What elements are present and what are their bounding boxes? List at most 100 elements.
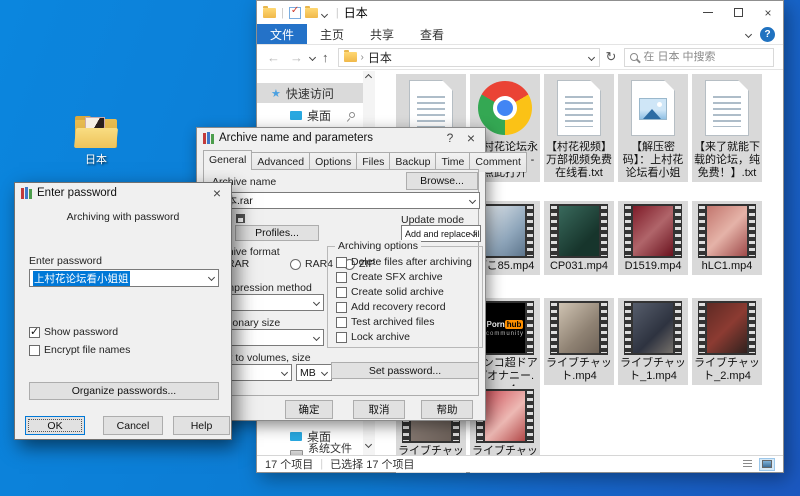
sidebar-item-quick-access[interactable]: ★ 快速访问 — [257, 83, 363, 103]
chevron-down-icon[interactable] — [313, 333, 320, 340]
checkbox-encrypt-names[interactable]: Encrypt file names — [29, 344, 130, 356]
checkbox-show-password[interactable]: Show password — [29, 326, 118, 338]
back-icon[interactable]: ← — [262, 50, 285, 65]
set-password-button[interactable]: Set password... — [331, 362, 479, 379]
file-name: 【村花视频】万部视频免费在线看.txt — [546, 141, 612, 180]
selected-password-text: 上村花论坛看小姐姐 — [33, 271, 130, 286]
file-item[interactable]: ライブチャット.mp4 — [544, 298, 614, 385]
file-name: ライブチャット_2.mp4 — [694, 357, 760, 383]
help-button[interactable]: Help — [173, 416, 230, 435]
checkbox-icon[interactable] — [336, 302, 347, 313]
properties-icon[interactable] — [289, 7, 301, 19]
file-item[interactable]: ライブチャット_1.mp4 — [618, 298, 688, 385]
selected-count: 已选择 17 个项目 — [330, 456, 414, 472]
video-thumbnail — [698, 301, 756, 355]
folder-icon — [344, 52, 357, 62]
new-folder-icon[interactable] — [305, 8, 318, 18]
video-thumbnail — [624, 301, 682, 355]
ribbon-expand-icon[interactable] — [745, 30, 752, 37]
items-count: 17 个项目 — [265, 456, 313, 472]
desktop-icon-japan-folder[interactable]: 日本 — [64, 116, 128, 167]
text-file-icon — [705, 77, 749, 139]
dialog-title: Archive name and parameters — [219, 132, 373, 144]
file-item[interactable]: CP031.mp4 — [544, 201, 614, 275]
enter-password-label: Enter password — [29, 255, 102, 267]
close-icon[interactable]: × — [209, 185, 225, 201]
help-icon[interactable]: ? — [760, 27, 775, 42]
chevron-down-icon[interactable] — [469, 196, 476, 203]
minimize-button[interactable] — [693, 1, 723, 24]
pin-icon — [348, 111, 356, 119]
password-input[interactable]: 上村花论坛看小姐姐 — [29, 269, 219, 287]
checkbox-icon[interactable] — [336, 287, 347, 298]
dialog-titlebar[interactable]: Enter password × — [15, 183, 231, 203]
help-button[interactable]: 帮助 — [421, 400, 473, 419]
archive-name-input[interactable]: 日本.rar — [212, 192, 480, 209]
checkbox-delete-after[interactable]: Delete files after archiving — [336, 256, 472, 268]
file-name: D1519.mp4 — [620, 260, 686, 273]
tab-general[interactable]: General — [203, 150, 252, 170]
checkbox-sfx[interactable]: Create SFX archive — [336, 271, 443, 283]
ok-button[interactable]: 确定 — [285, 400, 333, 419]
tab-view[interactable]: 查看 — [407, 24, 457, 44]
browse-button[interactable]: Browse... — [406, 172, 478, 190]
thumbnail-view-button[interactable] — [759, 458, 775, 471]
cancel-button[interactable]: Cancel — [103, 416, 163, 435]
folder-icon — [263, 8, 276, 18]
dialog-titlebar[interactable]: Archive name and parameters ? × — [197, 128, 485, 148]
up-icon[interactable]: ↑ — [317, 50, 334, 65]
video-thumbnail — [550, 301, 608, 355]
scroll-up-icon[interactable] — [365, 74, 372, 81]
refresh-icon[interactable]: ↻ — [600, 49, 623, 65]
profiles-button[interactable]: Profiles... — [235, 225, 319, 241]
checkbox-lock[interactable]: Lock archive — [336, 331, 410, 343]
chevron-down-icon[interactable] — [321, 368, 328, 375]
dialog-help-icon[interactable]: ? — [442, 131, 458, 145]
details-view-button[interactable] — [739, 458, 755, 471]
breadcrumb[interactable]: › 日本 — [338, 48, 600, 67]
breadcrumb-item[interactable]: 日本 — [368, 49, 392, 66]
maximize-button[interactable] — [723, 1, 753, 24]
file-item[interactable]: 【村花视频】万部视频免费在线看.txt — [544, 74, 614, 182]
checkbox-icon[interactable] — [29, 327, 40, 338]
file-item[interactable]: 【解压密码】：上村花论坛看小姐姐.jpg — [618, 74, 688, 182]
explorer-titlebar[interactable]: | | 日本 × — [257, 1, 783, 24]
cancel-button[interactable]: 取消 — [353, 400, 405, 419]
checkbox-icon[interactable] — [336, 317, 347, 328]
close-button[interactable]: × — [753, 1, 783, 24]
scroll-down-icon[interactable] — [365, 441, 372, 448]
history-dropdown-icon[interactable] — [309, 53, 316, 60]
chevron-down-icon[interactable] — [313, 298, 320, 305]
search-input[interactable] — [643, 51, 753, 63]
checkbox-icon[interactable] — [336, 272, 347, 283]
tab-file[interactable]: 文件 — [257, 24, 307, 44]
address-dropdown-icon[interactable] — [587, 53, 594, 60]
checkbox-icon[interactable] — [336, 257, 347, 268]
file-item[interactable]: ライブチャット_2.mp4 — [692, 298, 762, 385]
split-unit-select[interactable]: MB — [296, 364, 332, 381]
search-box[interactable] — [624, 48, 774, 67]
folder-icon — [75, 116, 117, 148]
chevron-down-icon[interactable] — [281, 368, 288, 375]
forward-icon[interactable]: → — [285, 50, 308, 65]
checkbox-recovery[interactable]: Add recovery record — [336, 301, 446, 313]
checkbox-test[interactable]: Test archived files — [336, 316, 434, 328]
file-item[interactable]: D1519.mp4 — [618, 201, 688, 275]
tab-home[interactable]: 主页 — [307, 24, 357, 44]
file-item[interactable]: hLC1.mp4 — [692, 201, 762, 275]
sidebar-item-desktop[interactable]: 桌面 — [257, 105, 363, 125]
ok-button[interactable]: OK — [25, 416, 85, 435]
tab-share[interactable]: 共享 — [357, 24, 407, 44]
qat-dropdown-icon[interactable] — [322, 6, 327, 20]
radio-icon[interactable] — [290, 259, 301, 270]
close-icon[interactable]: × — [463, 130, 479, 146]
checkbox-icon[interactable] — [29, 345, 40, 356]
chrome-icon — [478, 77, 532, 139]
organize-passwords-button[interactable]: Organize passwords... — [29, 382, 219, 400]
chevron-down-icon[interactable] — [208, 274, 215, 281]
checkbox-icon[interactable] — [336, 332, 347, 343]
file-item[interactable]: 【来了就能下载的论坛，纯免费！】.txt — [692, 74, 762, 182]
address-bar: ← → ↑ › 日本 ↻ — [257, 45, 783, 70]
ribbon-tabs: 文件 主页 共享 查看 ? — [257, 24, 783, 45]
checkbox-solid[interactable]: Create solid archive — [336, 286, 444, 298]
